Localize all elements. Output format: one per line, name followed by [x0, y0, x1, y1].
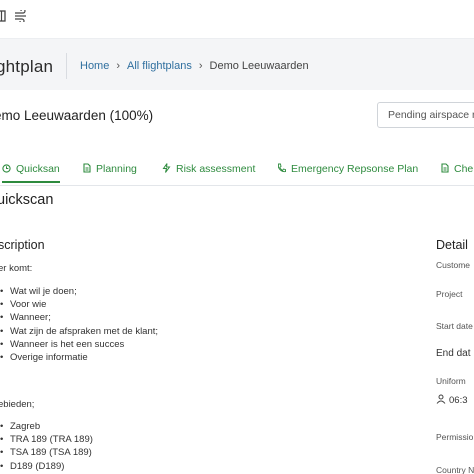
areas-intro: ebieden;	[0, 399, 35, 410]
list-item: Zagreb	[0, 421, 93, 434]
page-title: ghtplan	[0, 57, 54, 76]
description-list: Wat wil je doen; Voor wie Wanneer; Wat z…	[0, 286, 158, 365]
permission-label: Permissio	[436, 432, 474, 442]
tab-planning[interactable]: Planning	[83, 163, 137, 175]
clock-icon	[2, 163, 11, 175]
list-item: TRA 189 (TRA 189)	[0, 434, 93, 447]
columns-icon[interactable]	[0, 10, 7, 25]
chevron-right-icon: ›	[198, 60, 203, 72]
list-item: Wanneer;	[0, 312, 158, 325]
breadcrumb-current: Demo Leeuwaarden	[209, 60, 309, 72]
list-item: Overige informatie	[0, 352, 158, 365]
tab-label: Che	[454, 163, 474, 175]
tab-risk-assessment[interactable]: Risk assessment	[162, 163, 255, 175]
document-icon	[83, 163, 91, 175]
bolt-icon	[162, 163, 171, 175]
breadcrumb-all-flightplans-link[interactable]: All flightplans	[127, 60, 192, 72]
tab-label: Quicksan	[16, 163, 60, 175]
section-title: uickscan	[0, 192, 54, 208]
page-header: ghtplan Home › All flightplans › Demo Le…	[0, 38, 474, 90]
country-label: Country N	[436, 465, 474, 474]
details-heading: Detail	[436, 238, 468, 252]
uniform-time: 06:3	[449, 395, 468, 406]
start-date-label: Start date	[436, 321, 473, 331]
tab-checklist[interactable]: Che	[441, 163, 473, 175]
uniform-value: 06:3	[436, 394, 468, 407]
list-item: Voor wie	[0, 299, 158, 312]
tab-quickscan[interactable]: Quicksan	[2, 163, 60, 183]
project-label: Project	[436, 289, 463, 299]
customer-label: Custome	[436, 260, 471, 270]
list-item: Wat zijn de afspraken met de klant;	[0, 326, 158, 339]
tab-label: Planning	[96, 163, 137, 175]
document-icon	[441, 163, 449, 175]
tab-label: Risk assessment	[176, 163, 256, 175]
description-intro: er komt:	[0, 263, 33, 274]
header-divider	[66, 53, 67, 79]
tab-bar: Quicksan Planning Risk assessment Emerge…	[0, 158, 474, 186]
breadcrumb-home-link[interactable]: Home	[80, 60, 109, 72]
list-item: D189 (D189)	[0, 461, 93, 474]
phone-icon	[277, 163, 286, 175]
status-select[interactable]: Pending airspace r	[377, 102, 474, 128]
list-item: Wat wil je doen;	[0, 286, 158, 299]
top-toolbar	[0, 0, 474, 38]
list-item: Wanneer is het een succes	[0, 339, 158, 352]
list-item: TSA 189 (TSA 189)	[0, 447, 93, 460]
end-date-label: End dat	[436, 348, 471, 359]
filter-lines-icon[interactable]	[14, 8, 28, 25]
uniform-label: Uniform	[436, 376, 466, 386]
tab-emergency-response-plan[interactable]: Emergency Repsonse Plan	[277, 163, 418, 175]
description-heading: scription	[0, 238, 45, 252]
tab-label: Emergency Repsonse Plan	[291, 163, 419, 175]
breadcrumb: Home › All flightplans › Demo Leeuwaarde…	[80, 60, 309, 72]
flightplan-title: emo Leeuwaarden (100%)	[0, 108, 154, 123]
chevron-right-icon: ›	[116, 60, 121, 72]
person-icon	[436, 394, 446, 407]
areas-list: Zagreb TRA 189 (TRA 189) TSA 189 (TSA 18…	[0, 421, 93, 474]
